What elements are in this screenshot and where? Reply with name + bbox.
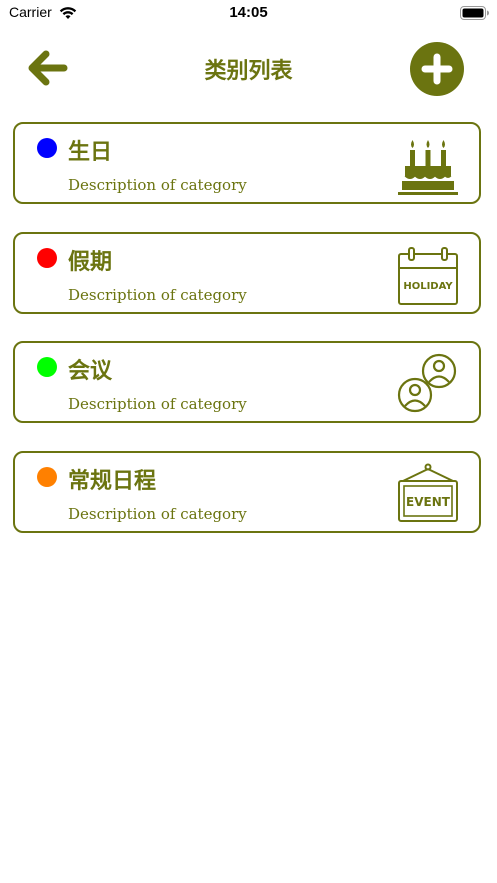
- status-time: 14:05: [229, 4, 268, 21]
- category-title: 生日: [68, 140, 113, 165]
- category-color-dot: [37, 467, 57, 487]
- battery-icon: [460, 5, 490, 24]
- birthday-cake-icon: [397, 132, 459, 196]
- category-title: 假期: [68, 250, 113, 275]
- category-card-birthday[interactable]: 生日 Description of category: [13, 122, 481, 204]
- category-color-dot: [37, 248, 57, 268]
- event-sign-icon: EVENT: [397, 461, 459, 525]
- meeting-people-icon: [397, 351, 459, 415]
- category-description: Description of category: [68, 395, 247, 413]
- category-title: 常规日程: [68, 469, 157, 494]
- category-card-schedule[interactable]: 常规日程 Description of category EVENT: [13, 451, 481, 533]
- category-card-meeting[interactable]: 会议 Description of category: [13, 341, 481, 423]
- nav-bar: 类别列表: [0, 40, 497, 96]
- add-category-button[interactable]: [410, 42, 464, 96]
- plus-icon: [421, 53, 453, 85]
- category-description: Description of category: [68, 176, 247, 194]
- category-color-dot: [37, 138, 57, 158]
- event-icon-label: EVENT: [406, 495, 451, 509]
- holiday-calendar-icon: HOLIDAY: [397, 242, 459, 306]
- holiday-icon-label: HOLIDAY: [403, 281, 453, 292]
- status-bar: Carrier 14:05: [0, 0, 497, 26]
- category-card-holiday[interactable]: 假期 Description of category HOLIDAY: [13, 232, 481, 314]
- category-color-dot: [37, 357, 57, 377]
- category-title: 会议: [68, 359, 113, 384]
- category-description: Description of category: [68, 286, 247, 304]
- category-description: Description of category: [68, 505, 247, 523]
